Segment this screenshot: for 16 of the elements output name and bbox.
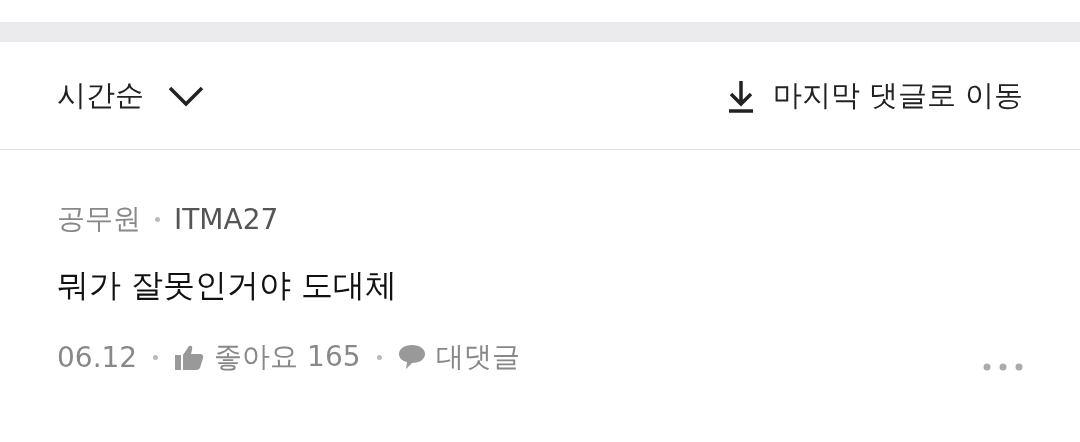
separator-dot xyxy=(153,354,159,360)
category-label: 공무원 xyxy=(57,201,141,237)
like-button[interactable]: 좋아요 165 xyxy=(174,338,361,376)
sort-dropdown[interactable]: 시간순 xyxy=(57,75,204,116)
chevron-down-icon xyxy=(168,84,204,107)
thumbs-up-icon xyxy=(174,344,205,370)
reply-button[interactable]: 대댓글 xyxy=(397,338,520,376)
jump-to-last-comment-button[interactable]: 마지막 댓글로 이동 xyxy=(726,75,1023,116)
more-options-icon[interactable] xyxy=(983,363,1023,371)
separator-dot xyxy=(155,216,160,222)
comment-date: 06.12 xyxy=(57,340,138,374)
author-name: ITMA27 xyxy=(174,202,279,236)
download-icon xyxy=(726,78,755,113)
comment-text: 뭐가 잘못인거야 도대체 xyxy=(57,265,399,306)
speech-bubble-icon xyxy=(397,344,426,370)
separator-dot xyxy=(376,354,382,360)
